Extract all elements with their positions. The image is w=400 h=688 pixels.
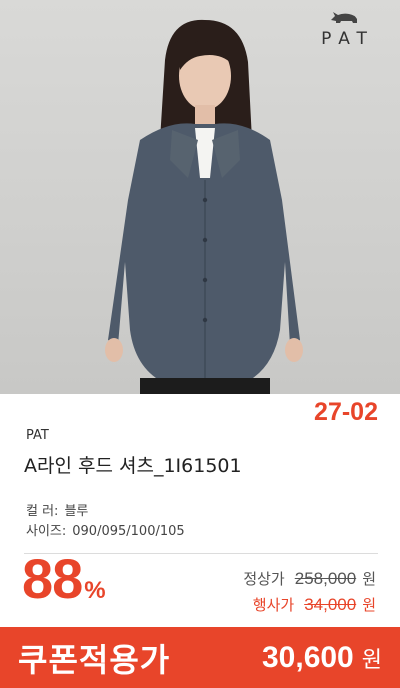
spec-size: 사이즈: 090/095/100/105 <box>26 520 185 539</box>
coupon-price: 30,600 <box>261 640 354 674</box>
product-code-badge: 27-02 <box>314 398 378 426</box>
brand-logo: PAT <box>302 10 386 49</box>
regular-price-row: 정상가 258,000 원 <box>243 568 376 589</box>
sale-price-row: 행사가 34,000 원 <box>253 594 376 615</box>
model-image <box>105 19 303 394</box>
product-title[interactable]: A라인 후드 셔츠_1I61501 <box>24 451 242 478</box>
discount-number: 88 <box>22 547 83 610</box>
sale-price-label: 행사가 <box>252 596 295 614</box>
discount-rate: 88% <box>22 546 106 611</box>
coupon-label: 쿠폰적용가 <box>18 640 171 679</box>
sale-price-currency: 원 <box>362 596 376 614</box>
product-photo: PAT <box>0 0 400 394</box>
spec-size-key: 사이즈: <box>26 524 67 539</box>
sale-price-amount: 34,000 <box>304 595 357 614</box>
brand-logo-text: PAT <box>321 29 375 49</box>
coupon-price-bar[interactable]: 쿠폰적용가 30,600 원 <box>0 627 400 688</box>
spec-size-value: 090/095/100/105 <box>72 524 185 539</box>
regular-price-currency: 원 <box>362 570 376 588</box>
discount-percent-symbol: % <box>84 577 106 604</box>
product-brand: PAT <box>26 428 49 443</box>
regular-price-amount: 258,000 <box>294 569 357 588</box>
regular-price-label: 정상가 <box>243 570 285 588</box>
spec-color-key: 컬 러: <box>26 504 59 519</box>
rhino-icon <box>331 12 357 23</box>
coupon-currency: 원 <box>361 647 382 673</box>
spec-color: 컬 러: 블루 <box>26 500 88 519</box>
spec-color-value: 블루 <box>64 504 89 519</box>
